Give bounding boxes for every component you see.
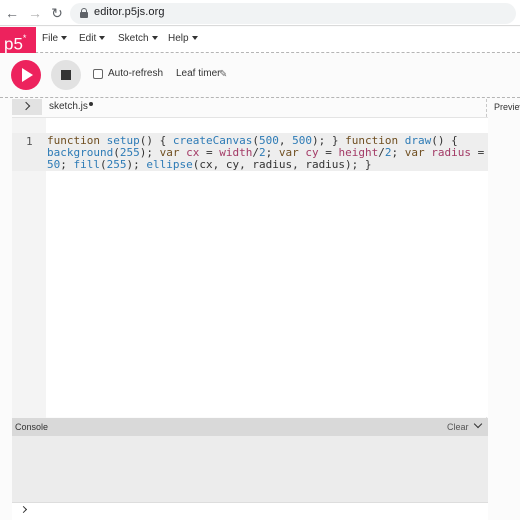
menu-file-label: File xyxy=(42,33,59,44)
console-clear-button[interactable]: Clear xyxy=(447,422,469,432)
p5-logo[interactable]: p5* xyxy=(0,27,36,54)
stop-icon xyxy=(61,70,71,80)
menu-edit-label: Edit xyxy=(79,33,97,44)
menu-edit[interactable]: Edit xyxy=(79,33,106,44)
sketch-name[interactable]: Leaf timer xyxy=(176,68,220,79)
run-toolbar: Auto-refresh Leaf timer ✎ xyxy=(0,54,520,98)
logo-asterisk: * xyxy=(22,33,27,43)
logo-text: p5 xyxy=(4,34,23,54)
caret-down-icon xyxy=(61,36,68,41)
file-tab[interactable]: sketch.js xyxy=(49,101,93,112)
caret-down-icon xyxy=(191,36,198,41)
caret-down-icon xyxy=(99,36,106,41)
pencil-icon[interactable]: ✎ xyxy=(219,69,227,80)
auto-refresh-checkbox[interactable] xyxy=(93,69,103,79)
play-button[interactable] xyxy=(11,60,41,90)
forward-arrow-icon[interactable]: → xyxy=(26,4,44,22)
line-number: 1 xyxy=(26,135,33,148)
sidebar-toggle-button[interactable] xyxy=(12,99,42,115)
menu-file[interactable]: File xyxy=(42,33,68,44)
url-text: editor.p5js.org xyxy=(94,6,165,18)
preview-label: Preview xyxy=(494,102,520,112)
unsaved-indicator xyxy=(88,102,93,106)
console-output xyxy=(12,436,488,502)
caret-down-icon xyxy=(151,36,158,41)
chevron-right-icon xyxy=(21,101,31,111)
address-bar[interactable]: editor.p5js.org xyxy=(70,3,516,24)
browser-toolbar: ← → ↻ editor.p5js.org xyxy=(0,0,520,26)
code-editor[interactable]: 1 function setup() { createCanvas(500, 5… xyxy=(12,117,488,418)
console-input[interactable] xyxy=(12,502,488,520)
chevron-right-icon xyxy=(19,505,28,514)
menu-help-label: Help xyxy=(168,33,189,44)
file-tab-label: sketch.js xyxy=(49,101,88,112)
code-text[interactable]: function setup() { createCanvas(500, 500… xyxy=(47,135,487,171)
menu-sketch[interactable]: Sketch xyxy=(118,33,158,44)
menu-help[interactable]: Help xyxy=(168,33,198,44)
auto-refresh-label: Auto-refresh xyxy=(108,68,164,79)
console-title: Console xyxy=(15,422,49,432)
chevron-down-icon[interactable] xyxy=(473,419,483,429)
menu-sketch-label: Sketch xyxy=(118,33,149,44)
editor-nav: p5* File Edit Sketch Help xyxy=(0,27,520,54)
play-icon xyxy=(22,68,33,82)
back-arrow-icon[interactable]: ← xyxy=(3,4,21,22)
reload-icon[interactable]: ↻ xyxy=(48,4,66,22)
console-header[interactable]: Console Clear xyxy=(12,418,488,436)
lock-icon xyxy=(80,8,88,18)
stop-button[interactable] xyxy=(51,60,81,90)
editor-area: sketch.js Preview 1 function setup() { c… xyxy=(0,99,520,520)
